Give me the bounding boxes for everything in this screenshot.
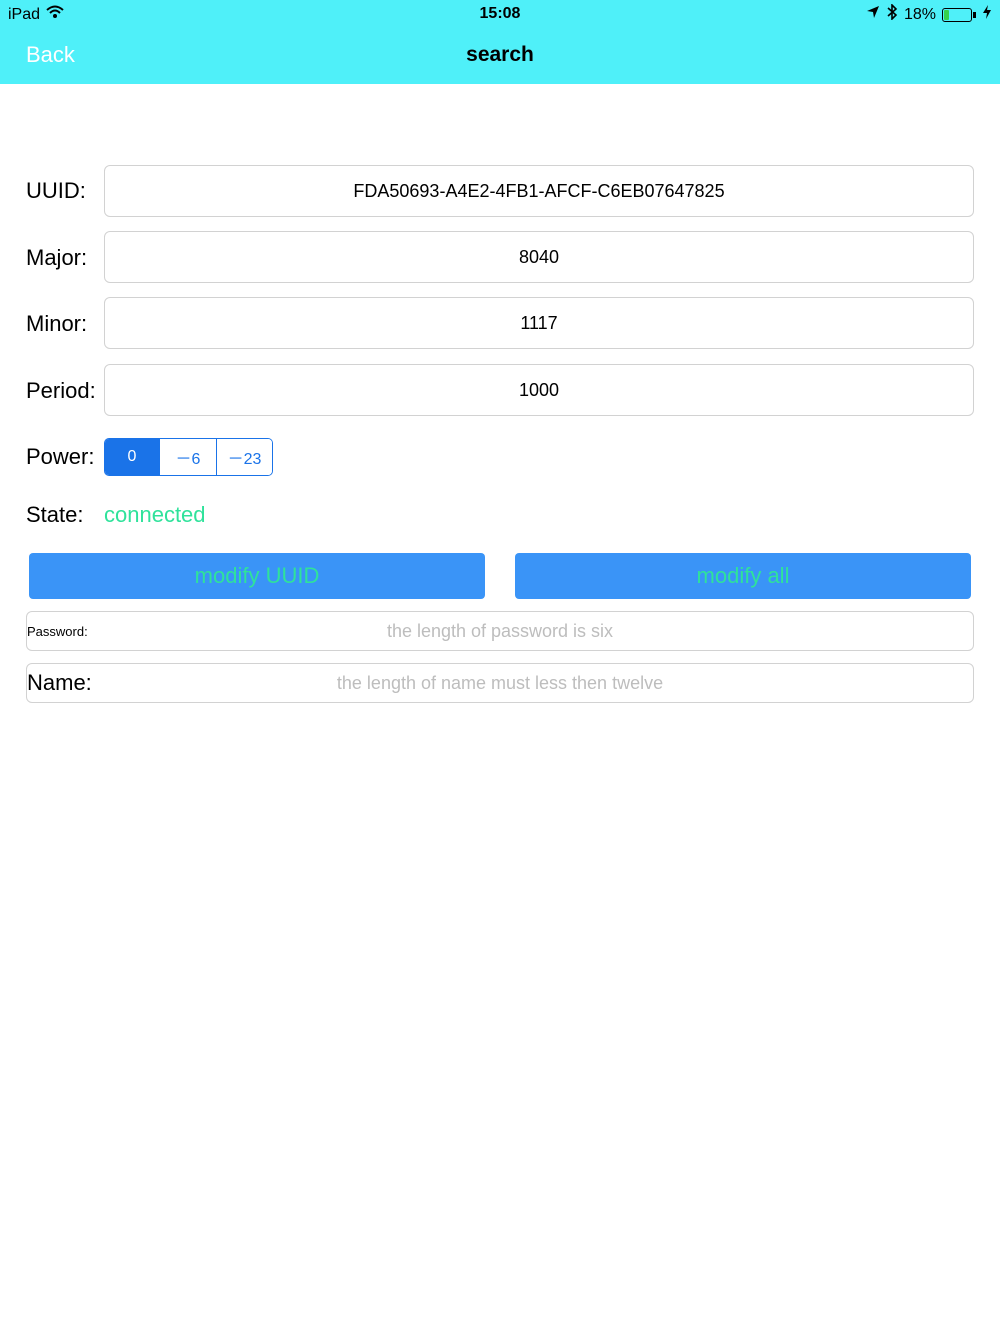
battery-percent: 18%	[903, 5, 936, 23]
battery-fill	[944, 9, 949, 20]
period-label: Period:	[26, 378, 96, 403]
password-label: Password:	[27, 623, 88, 639]
power-segmented-control: 0 －6 －23	[104, 438, 273, 476]
navigation-bar: Back search	[0, 28, 1000, 84]
battery-icon	[942, 7, 976, 22]
bluetooth-icon	[886, 3, 898, 25]
state-value: connected	[104, 502, 206, 527]
minor-label: Minor:	[26, 311, 88, 336]
period-field[interactable]: 1000	[104, 364, 974, 416]
state-label: State:	[26, 502, 84, 527]
location-arrow-icon	[866, 5, 880, 24]
minor-field[interactable]: 1117	[104, 297, 974, 349]
status-time: 15:08	[479, 5, 521, 22]
major-field[interactable]: 8040	[104, 231, 974, 283]
top-bar: iPad 15:08 18% Back search	[0, 0, 1000, 84]
page-title: search	[466, 43, 534, 66]
name-label: Name:	[27, 670, 92, 695]
uuid-label: UUID:	[26, 178, 86, 203]
modify-uuid-button[interactable]: modify UUID	[29, 553, 485, 599]
password-field[interactable]: the length of password is six Password:	[26, 611, 974, 651]
charging-bolt-icon	[982, 5, 992, 24]
status-bar: iPad 15:08 18%	[0, 0, 1000, 28]
power-label: Power:	[26, 444, 95, 469]
name-placeholder: the length of name must less then twelve	[336, 672, 664, 693]
power-option-0[interactable]: 0	[105, 439, 160, 475]
modify-all-button[interactable]: modify all	[515, 553, 971, 599]
major-label: Major:	[26, 245, 88, 270]
power-option-minus-23[interactable]: －23	[217, 439, 272, 475]
name-field[interactable]: the length of name must less then twelve…	[26, 663, 974, 703]
password-placeholder: the length of password is six	[386, 620, 614, 641]
power-option-minus-6[interactable]: －6	[160, 439, 217, 475]
uuid-field[interactable]: FDA50693-A4E2-4FB1-AFCF-C6EB07647825	[104, 165, 974, 217]
status-right: 18%	[866, 3, 992, 25]
